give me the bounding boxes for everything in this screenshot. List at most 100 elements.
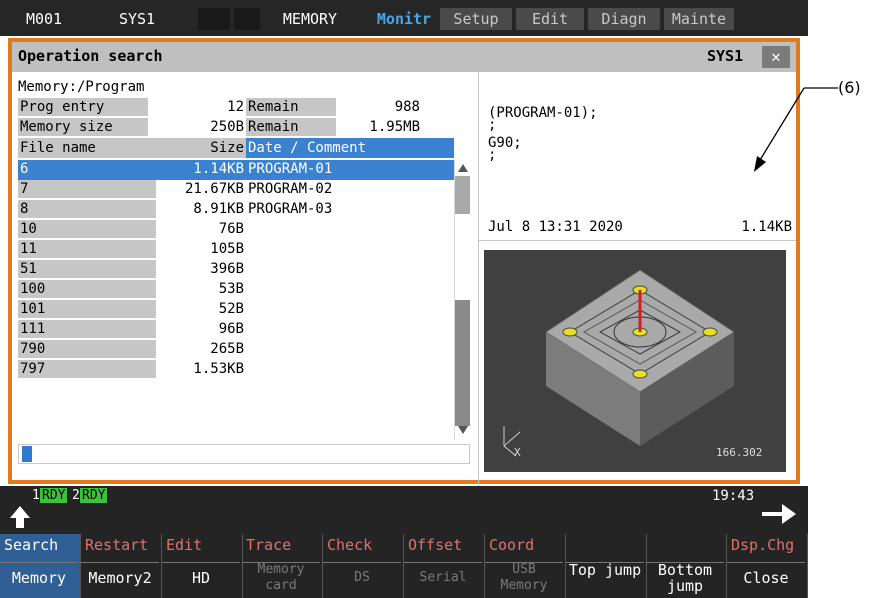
mode-indicator: MEMORY <box>282 10 338 28</box>
annotation-label: (6) <box>838 78 861 97</box>
file-row[interactable]: 101 52B <box>18 300 454 318</box>
preview-line: (PROGRAM-01); <box>488 105 598 121</box>
function-key-sublabel: Memory card <box>257 562 305 593</box>
function-key-divider <box>727 562 805 563</box>
file-row[interactable]: 51 396B <box>18 260 454 278</box>
file-row[interactable]: 11 105B <box>18 240 454 258</box>
file-name: 51 <box>20 261 37 277</box>
function-key-sublabel: Close <box>743 569 789 587</box>
function-key-5[interactable]: Check DS <box>323 534 404 598</box>
file-row[interactable]: 8 8.91KB PROGRAM-03 <box>18 200 454 218</box>
rdy1-badge: RDY <box>40 488 68 503</box>
col-size[interactable]: Size <box>172 139 244 157</box>
function-key-6[interactable]: Offset Serial <box>404 534 485 598</box>
function-key-label: Restart <box>85 536 149 554</box>
file-size: 8.91KB <box>193 201 244 217</box>
file-row[interactable]: 100 53B <box>18 280 454 298</box>
function-key-9[interactable]: Bottom jump <box>646 534 727 598</box>
file-size: 53B <box>218 281 244 297</box>
file-comment: PROGRAM-02 <box>248 181 333 197</box>
preview-size: 1.14KB <box>741 219 792 235</box>
file-size: 76B <box>218 221 244 237</box>
col-file-name[interactable]: File name <box>20 139 96 157</box>
file-name: 11 <box>20 241 37 257</box>
function-key-sublabel: USB Memory <box>500 562 548 593</box>
tab-monitor[interactable]: Monitr <box>372 8 436 30</box>
file-size: 96B <box>218 321 244 337</box>
model-preview: X 166.302 <box>484 250 786 472</box>
file-name: 6 <box>20 161 29 177</box>
file-name: 111 <box>20 321 46 337</box>
rdy2-number: 2 <box>72 488 80 503</box>
file-name: 101 <box>20 301 46 317</box>
tab-maintenance[interactable]: Mainte <box>664 8 734 30</box>
function-key-label: Offset <box>408 536 463 554</box>
function-key-label: Search <box>4 536 59 554</box>
close-icon[interactable]: ✕ <box>762 46 790 68</box>
clock: 19:43 <box>712 488 755 504</box>
scroll-thumb[interactable] <box>455 300 470 426</box>
function-key-sublabel: Bottom jump <box>657 561 713 595</box>
window-system: SYS1 <box>707 47 744 65</box>
function-key-sublabel: HD <box>191 569 211 587</box>
function-key-sublabel: DS <box>354 570 370 585</box>
function-key-label: Trace <box>246 536 292 554</box>
function-key-2[interactable]: Restart Memory2 <box>81 534 162 598</box>
scroll-down-icon[interactable] <box>458 426 468 434</box>
function-key-sublabel: Memory2 <box>88 569 152 587</box>
status-slot <box>234 8 260 30</box>
function-key-4[interactable]: Trace Memory card <box>242 534 323 598</box>
remain-memory-value: 1.95MB <box>369 119 420 135</box>
file-size: 1.14KB <box>193 161 244 177</box>
file-row[interactable]: 6 1.14KB PROGRAM-01 <box>18 160 454 178</box>
function-key-1[interactable]: Search Memory <box>0 534 81 598</box>
scroll-thumb-upper[interactable] <box>455 176 470 214</box>
function-key-sublabel: Serial <box>419 570 467 585</box>
tab-setup[interactable]: Setup <box>440 8 512 30</box>
file-row[interactable]: 7 21.67KB PROGRAM-02 <box>18 180 454 198</box>
input-cursor <box>22 446 32 462</box>
tab-edit[interactable]: Edit <box>516 8 584 30</box>
function-key-10[interactable]: Dsp.Chg Close <box>727 534 808 598</box>
up-arrow-icon[interactable] <box>10 506 30 528</box>
function-key-7[interactable]: Coord USB Memory <box>485 534 566 598</box>
search-input[interactable] <box>18 444 470 464</box>
function-key-label: Dsp.Chg <box>731 536 795 554</box>
panel-divider <box>478 72 479 488</box>
top-status-bar: M001 SYS1 MEMORY Monitr Setup Edit Diagn… <box>0 0 808 36</box>
file-row[interactable]: 111 96B <box>18 320 454 338</box>
file-row[interactable]: 797 1.53KB <box>18 360 454 378</box>
memory-size-label: Memory size <box>20 119 113 135</box>
preview-line: ; <box>488 117 497 133</box>
function-key-divider <box>404 562 482 563</box>
window-titlebar: Operation search SYS1 ✕ <box>12 42 796 72</box>
remain-label: Remain <box>248 119 299 135</box>
function-key-divider <box>162 562 240 563</box>
remain-entries-value: 988 <box>394 99 420 115</box>
tab-diagnosis[interactable]: Diagn <box>588 8 660 30</box>
file-name: 7 <box>20 181 29 197</box>
file-row[interactable]: 790 265B <box>18 340 454 358</box>
file-comment: PROGRAM-03 <box>248 201 333 217</box>
rdy2-badge: RDY <box>80 488 108 503</box>
file-size: 396B <box>210 261 244 277</box>
right-arrow-icon[interactable] <box>762 504 796 524</box>
file-name: 797 <box>20 361 46 377</box>
function-key-8[interactable]: Top jump <box>566 534 647 598</box>
status-slot <box>198 8 230 30</box>
file-row[interactable]: 10 76B <box>18 220 454 238</box>
col-date-comment[interactable]: Date / Comment <box>248 139 366 157</box>
memory-path: Memory:/Program <box>18 79 145 95</box>
function-key-3[interactable]: Edit HD <box>162 534 243 598</box>
file-size: 1.53KB <box>193 361 244 377</box>
rdy1-number: 1 <box>32 488 40 503</box>
prog-entry-label: Prog entry <box>20 99 105 115</box>
scroll-up-icon[interactable] <box>458 164 468 172</box>
function-key-label: Edit <box>166 536 203 554</box>
function-key-label: Coord <box>489 536 535 554</box>
file-size: 52B <box>218 301 244 317</box>
function-key-divider <box>323 562 401 563</box>
memory-size-value: 250B <box>210 119 244 135</box>
workpiece-3d-view <box>503 269 735 457</box>
function-key-divider <box>81 562 159 563</box>
